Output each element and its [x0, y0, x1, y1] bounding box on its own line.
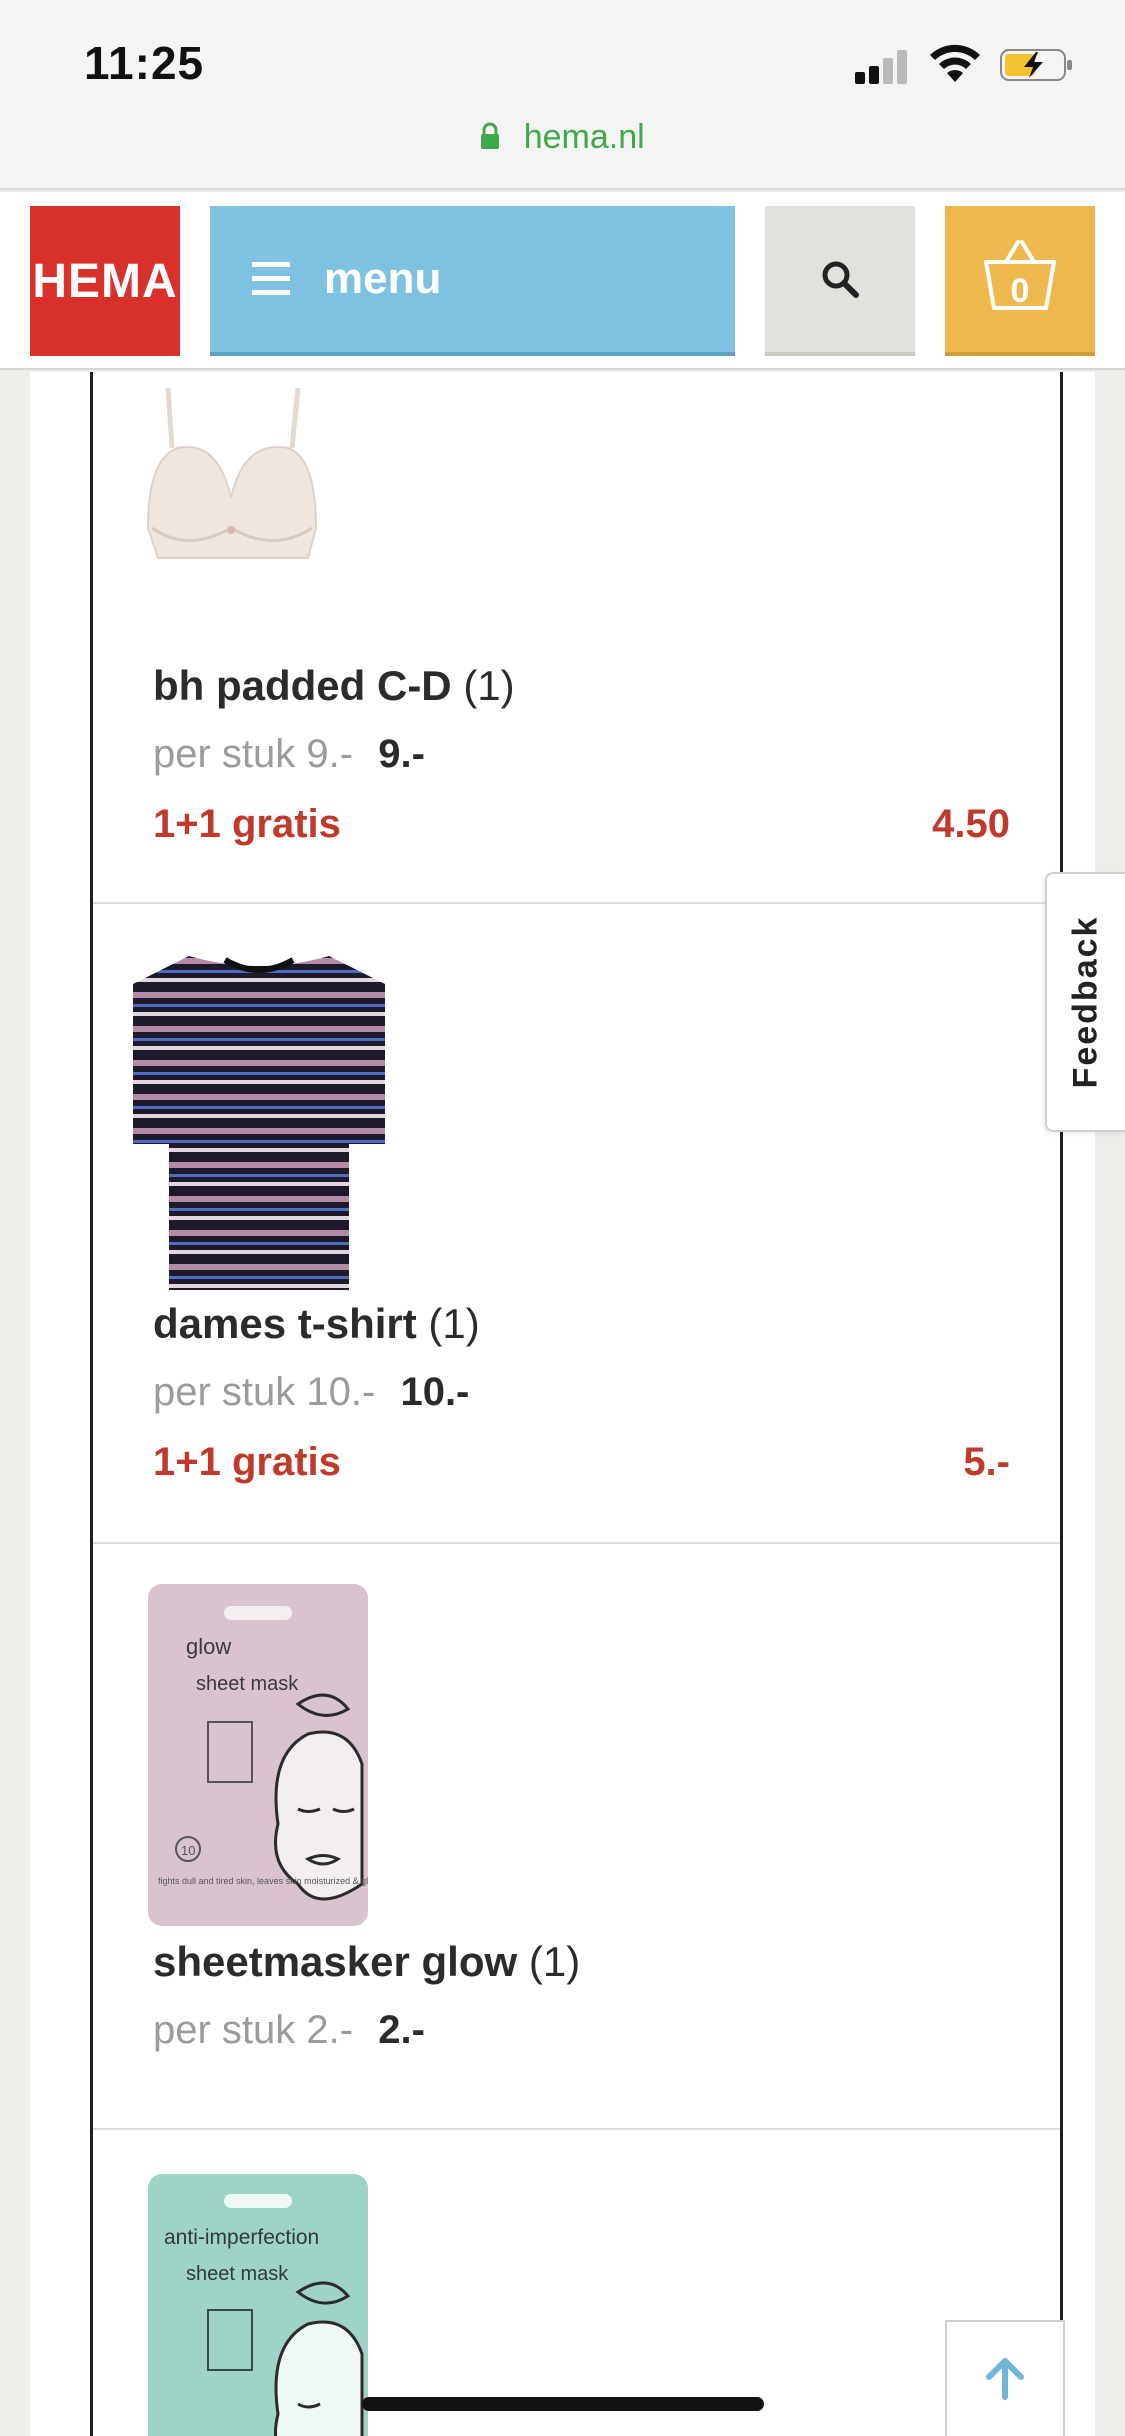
product-name[interactable]: bh padded C-D	[153, 662, 452, 709]
product-qty: (1)	[428, 1300, 480, 1347]
lock-icon	[481, 122, 500, 149]
product-name[interactable]: sheetmasker glow	[153, 1938, 517, 1985]
package-count-text: 10	[181, 1843, 195, 1858]
line-total: 9.-	[378, 732, 425, 776]
cart-item[interactable]: glow sheet mask 10 fights dull and tired…	[93, 1544, 1060, 2130]
cart-button[interactable]: 0	[945, 206, 1095, 356]
cart-product-list: bh padded C-D (1) per stuk 9.- 9.- 1+1 g…	[90, 372, 1063, 2436]
cart-item[interactable]: anti-imperfection sheet mask	[93, 2130, 1060, 2436]
main-content: bh padded C-D (1) per stuk 9.- 9.- 1+1 g…	[30, 372, 1095, 2436]
striped-tshirt-product-image	[129, 954, 389, 1294]
product-name[interactable]: dames t-shirt	[153, 1300, 417, 1347]
scroll-to-top-button[interactable]	[945, 2320, 1065, 2436]
product-qty: (1)	[463, 662, 515, 709]
package-sheet-mask-text: sheet mask	[196, 1673, 299, 1695]
arrow-up-icon	[986, 2358, 1024, 2400]
status-time: 11:25	[84, 37, 205, 89]
price-line: per stuk 2.- 2.-	[153, 2008, 425, 2053]
feedback-tab[interactable]: Feedback	[1045, 872, 1125, 1132]
site-header: HEMA menu 0	[0, 192, 1125, 370]
screen: 11:25 hema.nl HEMA menu 0 bh padded C-D …	[0, 0, 1125, 2436]
home-indicator[interactable]	[362, 2397, 764, 2411]
promo-label: 1+1 gratis	[153, 1440, 341, 1484]
package-sheet-mask-text: sheet mask	[186, 2263, 289, 2285]
bra-product-image	[138, 378, 328, 578]
package-glow-text: glow	[186, 1634, 231, 1659]
status-bar: 11:25 hema.nl	[0, 0, 1125, 190]
address-bar[interactable]: hema.nl	[0, 118, 1125, 157]
sheet-mask-anti-imperfection-product-image: anti-imperfection sheet mask	[148, 2174, 368, 2436]
feedback-label: Feedback	[1066, 915, 1105, 1089]
cart-item[interactable]: dames t-shirt (1) per stuk 10.- 10.- 1+1…	[93, 904, 1060, 1544]
cart-count: 0	[1010, 272, 1030, 310]
product-qty: (1)	[528, 1938, 581, 1985]
promo-label: 1+1 gratis	[153, 802, 341, 846]
cart-item[interactable]: bh padded C-D (1) per stuk 9.- 9.- 1+1 g…	[93, 372, 1060, 904]
menu-button[interactable]: menu	[210, 206, 735, 356]
unit-price: per stuk 2.-	[153, 2008, 354, 2052]
product-name-line: dames t-shirt (1)	[153, 1300, 480, 1348]
menu-label: menu	[324, 254, 442, 303]
product-name-line: sheetmasker glow (1)	[153, 1938, 580, 1986]
promo-price: 5.-	[963, 1440, 1010, 1484]
status-icons	[855, 42, 1085, 92]
unit-price: per stuk 10.-	[153, 1370, 376, 1414]
sheet-mask-glow-product-image: glow sheet mask 10 fights dull and tired…	[148, 1584, 392, 1926]
promo-price: 4.50	[932, 802, 1010, 846]
line-total: 10.-	[400, 1370, 470, 1414]
line-total: 2.-	[378, 2008, 425, 2052]
battery-charging-icon	[1000, 49, 1072, 81]
package-claim-text: fights dull and tired skin, leaves skin …	[158, 1876, 368, 1886]
product-name-line: bh padded C-D (1)	[153, 662, 515, 710]
price-line: per stuk 10.- 10.-	[153, 1370, 469, 1415]
url-text: hema.nl	[523, 118, 645, 156]
price-line: per stuk 9.- 9.-	[153, 732, 425, 777]
search-button[interactable]	[765, 206, 915, 356]
unit-price: per stuk 9.-	[153, 732, 354, 776]
hema-logo[interactable]: HEMA	[30, 206, 180, 356]
signal-icon	[855, 50, 909, 84]
wifi-icon	[930, 44, 980, 82]
package-anti-imperfection-text: anti-imperfection	[164, 2226, 319, 2249]
hamburger-icon	[252, 262, 290, 295]
search-icon	[822, 261, 859, 298]
